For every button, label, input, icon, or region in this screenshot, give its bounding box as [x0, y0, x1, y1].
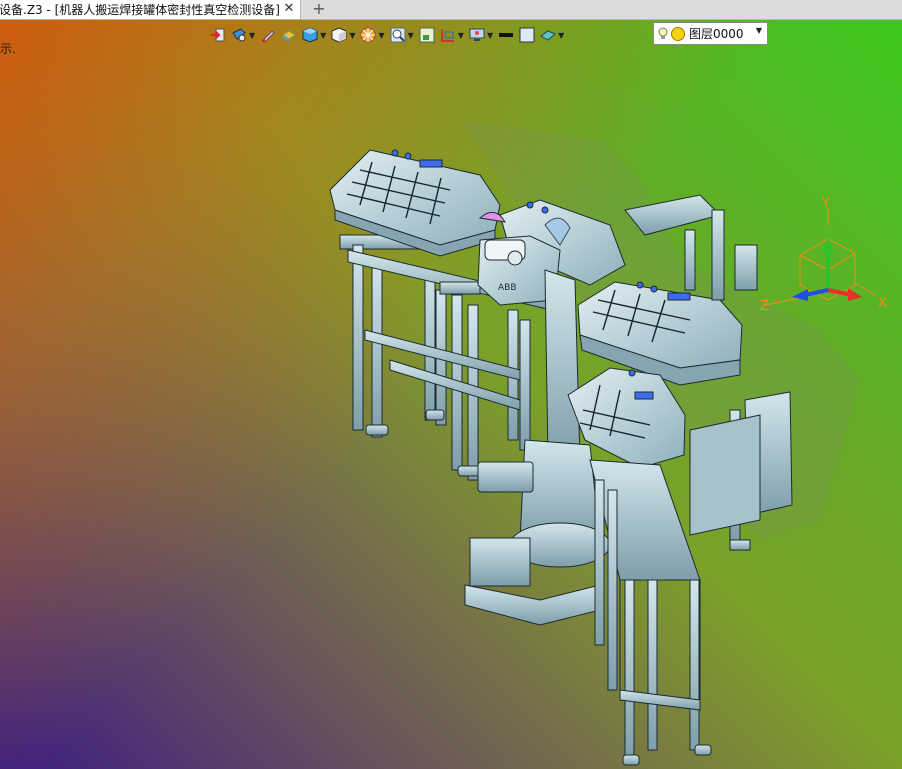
- layer-select[interactable]: 图层0000 ▼: [653, 22, 768, 45]
- toolbar-pen[interactable]: [260, 25, 276, 45]
- section-icon: [440, 29, 454, 42]
- toolbar-cube-white[interactable]: ▼: [331, 25, 355, 45]
- fit-icon: [419, 27, 435, 43]
- chevron-down-icon[interactable]: ▼: [458, 31, 464, 40]
- zoom-view-icon: [390, 27, 406, 43]
- pen-icon: [262, 30, 275, 43]
- toolbar-insert[interactable]: [210, 25, 226, 45]
- toolbar-shade[interactable]: [281, 25, 297, 45]
- view-render-icon: [232, 28, 246, 42]
- document-tab-title: 设备.Z3 - [机器人搬运焊接罐体密封性真空检测设备]: [0, 3, 280, 17]
- chevron-down-icon[interactable]: ▼: [349, 31, 355, 40]
- chevron-down-icon[interactable]: ▼: [558, 31, 564, 40]
- chevron-down-icon[interactable]: ▼: [487, 31, 493, 40]
- document-tab[interactable]: 设备.Z3 - [机器人搬运焊接罐体密封性真空检测设备] ✕: [0, 0, 301, 19]
- face-color-icon: [519, 27, 535, 43]
- triad-y-label: Y: [821, 196, 830, 211]
- chevron-down-icon[interactable]: ▼: [320, 31, 326, 40]
- view-toolbar: ▼ ▼ ▼ ▼ ▼ ▼ ▼ ▼: [210, 24, 569, 46]
- toolbar-fit[interactable]: [419, 25, 435, 45]
- layer-name: 图层0000: [689, 27, 744, 41]
- cube-white-icon: [331, 27, 347, 43]
- svg-text:ABB: ABB: [498, 283, 517, 293]
- robot-welding-model: ABB: [329, 120, 860, 766]
- surface-icon: [540, 30, 557, 41]
- wheel-icon: [360, 27, 376, 43]
- toolbar-wheel[interactable]: ▼: [360, 25, 385, 45]
- lightbulb-icon: [658, 27, 668, 39]
- toolbar-line-color[interactable]: [498, 25, 514, 45]
- close-icon[interactable]: ✕: [282, 1, 296, 17]
- add-tab-icon[interactable]: +: [311, 0, 327, 19]
- 3d-viewport[interactable]: 示. ABB Y X Z ▼ ▼ ▼ ▼ ▼ ▼ ▼ ▼ 图层0000 ▼: [0, 20, 902, 769]
- coordinate-triad: Y X Z: [760, 196, 887, 314]
- cube-blue-icon: [302, 27, 318, 43]
- toolbar-section[interactable]: ▼: [440, 25, 464, 45]
- toolbar-view-render[interactable]: ▼: [231, 25, 255, 45]
- insert-icon: [211, 28, 225, 42]
- shade-icon: [282, 30, 297, 42]
- document-tab-bar: 设备.Z3 - [机器人搬运焊接罐体密封性真空检测设备] ✕ +: [0, 0, 902, 20]
- chevron-down-icon[interactable]: ▼: [756, 26, 762, 35]
- toolbar-face-color[interactable]: [519, 25, 535, 45]
- triad-z-label: Z: [760, 299, 769, 314]
- line-color-icon: [499, 33, 514, 37]
- toolbar-cube-blue[interactable]: ▼: [302, 25, 326, 45]
- chevron-down-icon[interactable]: ▼: [408, 31, 414, 40]
- toolbar-surface[interactable]: ▼: [540, 25, 564, 45]
- toolbar-display[interactable]: ▼: [469, 25, 493, 45]
- chevron-down-icon[interactable]: ▼: [249, 31, 255, 40]
- chevron-down-icon[interactable]: ▼: [378, 31, 384, 40]
- layer-color-icon: [671, 26, 685, 41]
- triad-x-label: X: [878, 296, 887, 311]
- display-icon: [469, 28, 485, 41]
- toolbar-zoom-view[interactable]: ▼: [390, 25, 414, 45]
